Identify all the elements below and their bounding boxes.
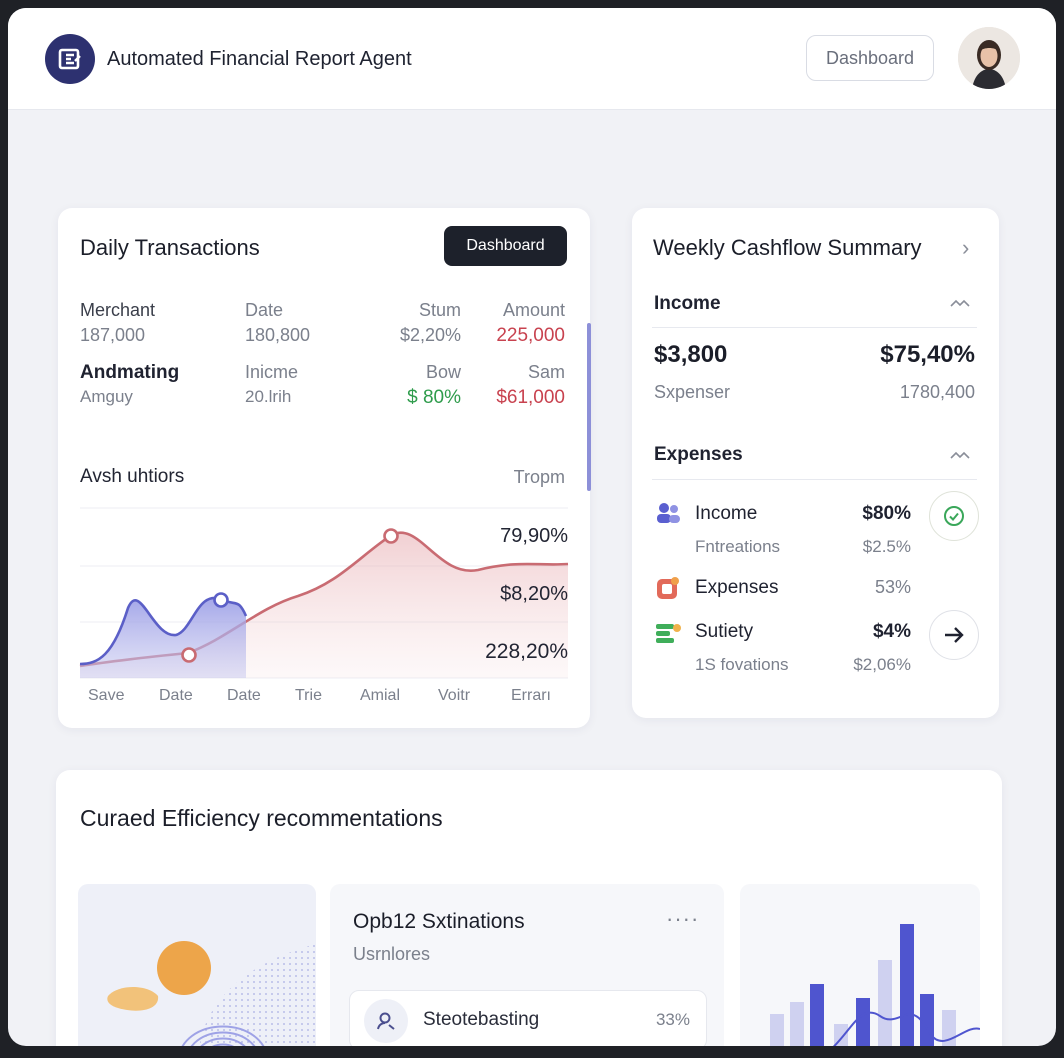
mini-chart-tile — [740, 884, 980, 1046]
bar — [878, 960, 892, 1046]
table-cell: 20.lrih — [245, 387, 292, 406]
x-tick-label: Date — [159, 687, 193, 704]
more-options-icon[interactable]: ···· — [666, 906, 699, 932]
table-cell: $61,000 — [496, 387, 565, 408]
bar — [834, 1024, 848, 1046]
table-cell: 180,800 — [245, 325, 311, 345]
col-header-amount: Amount — [502, 300, 565, 320]
table-cell: Sam — [527, 362, 565, 382]
x-tick-label: Errarı — [511, 687, 551, 704]
bar — [900, 924, 914, 1046]
cashflow-item-sub-value: $2.5% — [862, 537, 911, 556]
blue-area — [80, 597, 246, 678]
check-circle-icon[interactable] — [929, 491, 979, 541]
daily-transactions-title: Daily Transactions — [80, 235, 260, 260]
chevron-up-icon[interactable] — [949, 297, 971, 309]
income-value-right: $75,40% — [880, 341, 975, 368]
cashflow-item-sub-value: $2,06% — [853, 655, 911, 674]
illustration-tile — [78, 884, 316, 1046]
cashflow-item-sub: 1S fovations — [695, 655, 789, 674]
recommendations-title: Curaed Efficiency recommentations — [80, 805, 443, 831]
x-tick-label: Date — [227, 687, 261, 704]
bar — [810, 984, 824, 1046]
chart-point — [213, 592, 229, 608]
chart-point — [181, 647, 197, 663]
app-logo-icon[interactable] — [45, 34, 95, 84]
recommendation-row-value: 33% — [655, 1010, 690, 1029]
expenses-section-label: Expenses — [654, 444, 743, 465]
table-scrollbar[interactable] — [587, 323, 591, 491]
abstract-illustration — [107, 941, 316, 1046]
daily-transactions-card: Daily Transactions Dashboard Merchant Da… — [58, 208, 591, 728]
income-sub-left: Sxpenser — [654, 382, 731, 402]
table-cell: $ 80% — [407, 387, 461, 408]
chart-value-label: $8,20% — [500, 583, 568, 605]
user-search-icon — [364, 999, 408, 1043]
arrow-right-icon — [945, 627, 964, 643]
bar — [770, 1014, 784, 1046]
users-icon — [657, 503, 680, 523]
cashflow-item-name: Sutiety — [695, 621, 754, 642]
col-header-date: Date — [245, 300, 284, 320]
x-tick-label: Voitr — [438, 687, 471, 704]
table-cell: 187,000 — [80, 325, 146, 345]
cashflow-item-value: $4% — [872, 621, 911, 642]
col-header-stum: Stum — [418, 300, 461, 320]
col-header-merchant: Merchant — [80, 300, 156, 320]
chart-label: Avsh uhtiors — [80, 466, 185, 487]
arrow-right-button[interactable] — [929, 610, 979, 660]
chevron-right-icon[interactable]: › — [962, 235, 969, 261]
chart-value-label: 79,90% — [500, 525, 568, 547]
recommendation-row-label: Steotebasting — [423, 1009, 540, 1030]
weekly-cashflow-title: Weekly Cashflow Summary — [653, 235, 922, 260]
income-section-label: Income — [654, 293, 721, 314]
app-title: Automated Financial Report Agent — [107, 48, 412, 70]
table-cell: $2,20% — [399, 325, 461, 345]
top-bar: Automated Financial Report Agent Dashboa… — [8, 8, 1056, 110]
app-window: Automated Financial Report Agent Dashboa… — [8, 8, 1056, 1046]
table-cell: Andmating — [80, 362, 180, 383]
user-avatar[interactable] — [958, 27, 1020, 89]
recommendation-title: Opb12 Sxtinations — [353, 910, 525, 933]
cashflow-item-name: Expenses — [695, 577, 779, 598]
income-value-left: $3,800 — [654, 341, 728, 368]
weekly-cashflow-card: Weekly Cashflow Summary › Income $3,800 … — [632, 208, 999, 718]
x-tick-label: Save — [88, 687, 125, 704]
chart-value-label: 228,20% — [485, 640, 568, 663]
cashflow-item-value: 53% — [874, 577, 911, 597]
table-cell: 225,000 — [496, 325, 565, 346]
list-icon — [656, 624, 681, 643]
recommendation-tile[interactable]: Opb12 Sxtinations Usrnlores ···· Steoteb… — [330, 884, 724, 1046]
table-cell: Inicme — [245, 362, 299, 382]
x-tick-label: Amial — [360, 687, 401, 704]
cashflow-item-name: Income — [695, 503, 758, 524]
cashflow-item-sub: Fntreations — [695, 537, 781, 556]
income-sub-right: 1780,400 — [899, 382, 975, 402]
x-tick-label: Trie — [295, 687, 322, 704]
cashflow-item-value: $80% — [862, 503, 911, 524]
recommendation-subtitle: Usrnlores — [353, 944, 431, 964]
recommendations-card: Curaed Efficiency recommentations Opb12 … — [56, 770, 1002, 1046]
mini-bar-chart — [770, 924, 980, 1046]
dashboard-button[interactable]: Dashboard — [806, 35, 934, 81]
expense-tag-icon — [657, 577, 679, 599]
table-cell: Amguy — [80, 387, 133, 406]
chart-label-right: Tropm — [513, 467, 565, 487]
table-cell: Bow — [425, 362, 461, 382]
bar — [790, 1002, 804, 1046]
chart-point — [383, 528, 399, 544]
daily-dashboard-button[interactable]: Dashboard — [444, 226, 567, 266]
bar — [856, 998, 870, 1046]
recommendation-row[interactable]: Steotebasting 33% — [349, 990, 707, 1046]
chevron-up-icon[interactable] — [949, 449, 971, 461]
